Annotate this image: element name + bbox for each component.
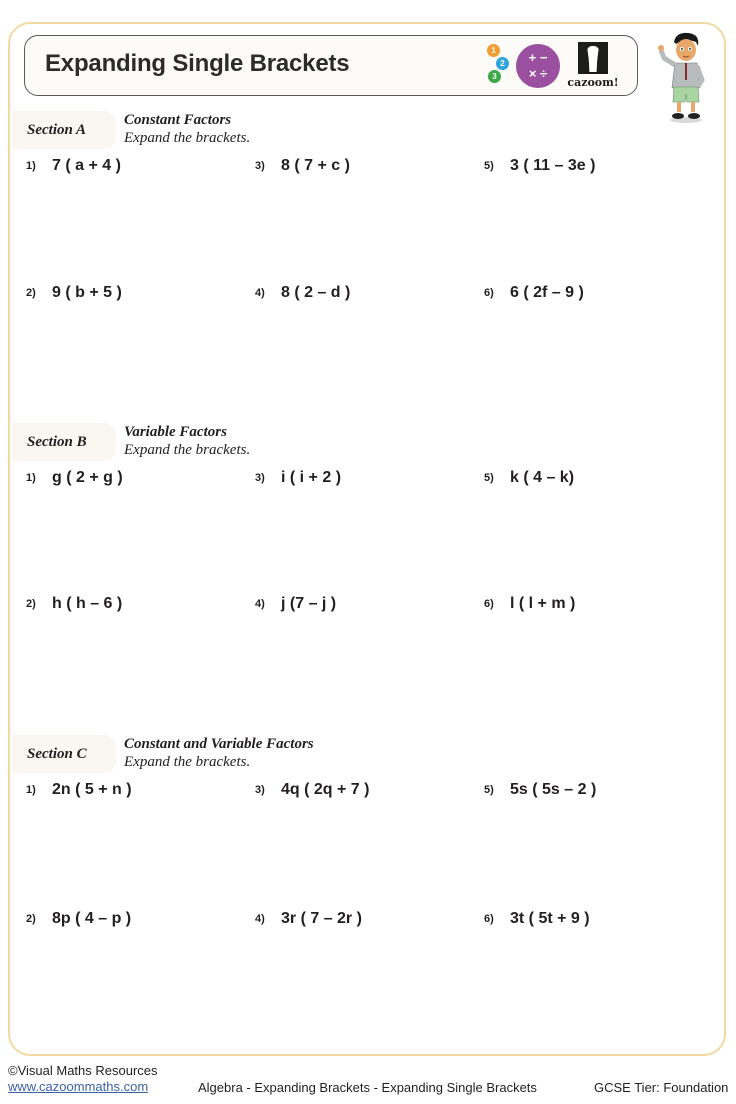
- plus-icon: +: [528, 50, 537, 65]
- question-b4: 4) j (7 – j ): [255, 595, 337, 612]
- section-a-instruction: Expand the brackets.: [124, 130, 251, 146]
- question-b6: 6) l ( l + m ): [484, 595, 576, 612]
- cazoom-logo: cazoom!: [565, 42, 621, 92]
- section-c-label: Section C: [27, 746, 87, 762]
- minus-icon: −: [539, 50, 548, 65]
- title-banner: Expanding Single Brackets 1 2 3 + − × ÷ …: [24, 35, 638, 96]
- section-c-heading: Constant and Variable Factors: [124, 736, 314, 752]
- section-a-heading: Constant Factors: [124, 112, 232, 128]
- question-a3: 3) 8 ( 7 + c ): [255, 157, 350, 174]
- number-two-icon: 2: [496, 57, 509, 70]
- question-a5: 5) 3 ( 11 – 3e ): [484, 157, 596, 174]
- times-icon: ×: [528, 66, 537, 81]
- number-one-icon: 1: [487, 44, 500, 57]
- topic-breadcrumb: Algebra - Expanding Brackets - Expanding…: [198, 1080, 537, 1095]
- section-b-heading: Variable Factors: [124, 424, 227, 440]
- section-b-tab: Section B: [12, 423, 116, 461]
- page-title: Expanding Single Brackets: [45, 50, 350, 77]
- question-c5: 5) 5s ( 5s – 2 ): [484, 781, 597, 798]
- question-c2: 2) 8p ( 4 – p ): [26, 910, 132, 927]
- footer-credits: ©Visual Maths Resources www.cazoommaths.…: [8, 1063, 158, 1095]
- question-a6: 6) 6 ( 2f – 9 ): [484, 284, 584, 301]
- divide-icon: ÷: [540, 66, 548, 81]
- question-b3: 3) i ( i + 2 ): [255, 469, 342, 486]
- question-b2: 2) h ( h – 6 ): [26, 595, 123, 612]
- section-a-label: Section A: [27, 122, 87, 138]
- tier-label: GCSE Tier: Foundation: [594, 1080, 729, 1095]
- question-b1: 1) g ( 2 + g ): [26, 469, 123, 486]
- copyright-text: ©Visual Maths Resources: [8, 1063, 158, 1078]
- question-c1: 1) 2n ( 5 + n ): [26, 781, 132, 798]
- operations-logo-icon: + − × ÷: [516, 44, 560, 88]
- section-b-instruction: Expand the brackets.: [124, 442, 251, 458]
- website-link[interactable]: www.cazoommaths.com: [8, 1079, 148, 1094]
- section-c-tab: Section C: [12, 735, 116, 773]
- question-a4: 4) 8 ( 2 – d ): [255, 284, 351, 301]
- mascot-boy-icon: [658, 32, 705, 123]
- section-b-label: Section B: [27, 434, 87, 450]
- question-c3: 3) 4q ( 2q + 7 ): [255, 781, 370, 798]
- question-b5: 5) k ( 4 – k): [484, 469, 575, 486]
- brand-name: cazoom!: [567, 76, 619, 89]
- question-c6: 6) 3t ( 5t + 9 ): [484, 910, 590, 927]
- page-frame: [8, 22, 726, 1056]
- question-c4: 4) 3r ( 7 – 2r ): [255, 910, 362, 927]
- question-a1: 1) 7 ( a + 4 ): [26, 157, 121, 174]
- numbers-logo-icon: 1 2 3: [487, 44, 517, 86]
- number-three-icon: 3: [488, 70, 501, 83]
- section-c-instruction: Expand the brackets.: [124, 754, 251, 770]
- section-a-tab: Section A: [12, 111, 116, 149]
- question-a2: 2) 9 ( b + 5 ): [26, 284, 122, 301]
